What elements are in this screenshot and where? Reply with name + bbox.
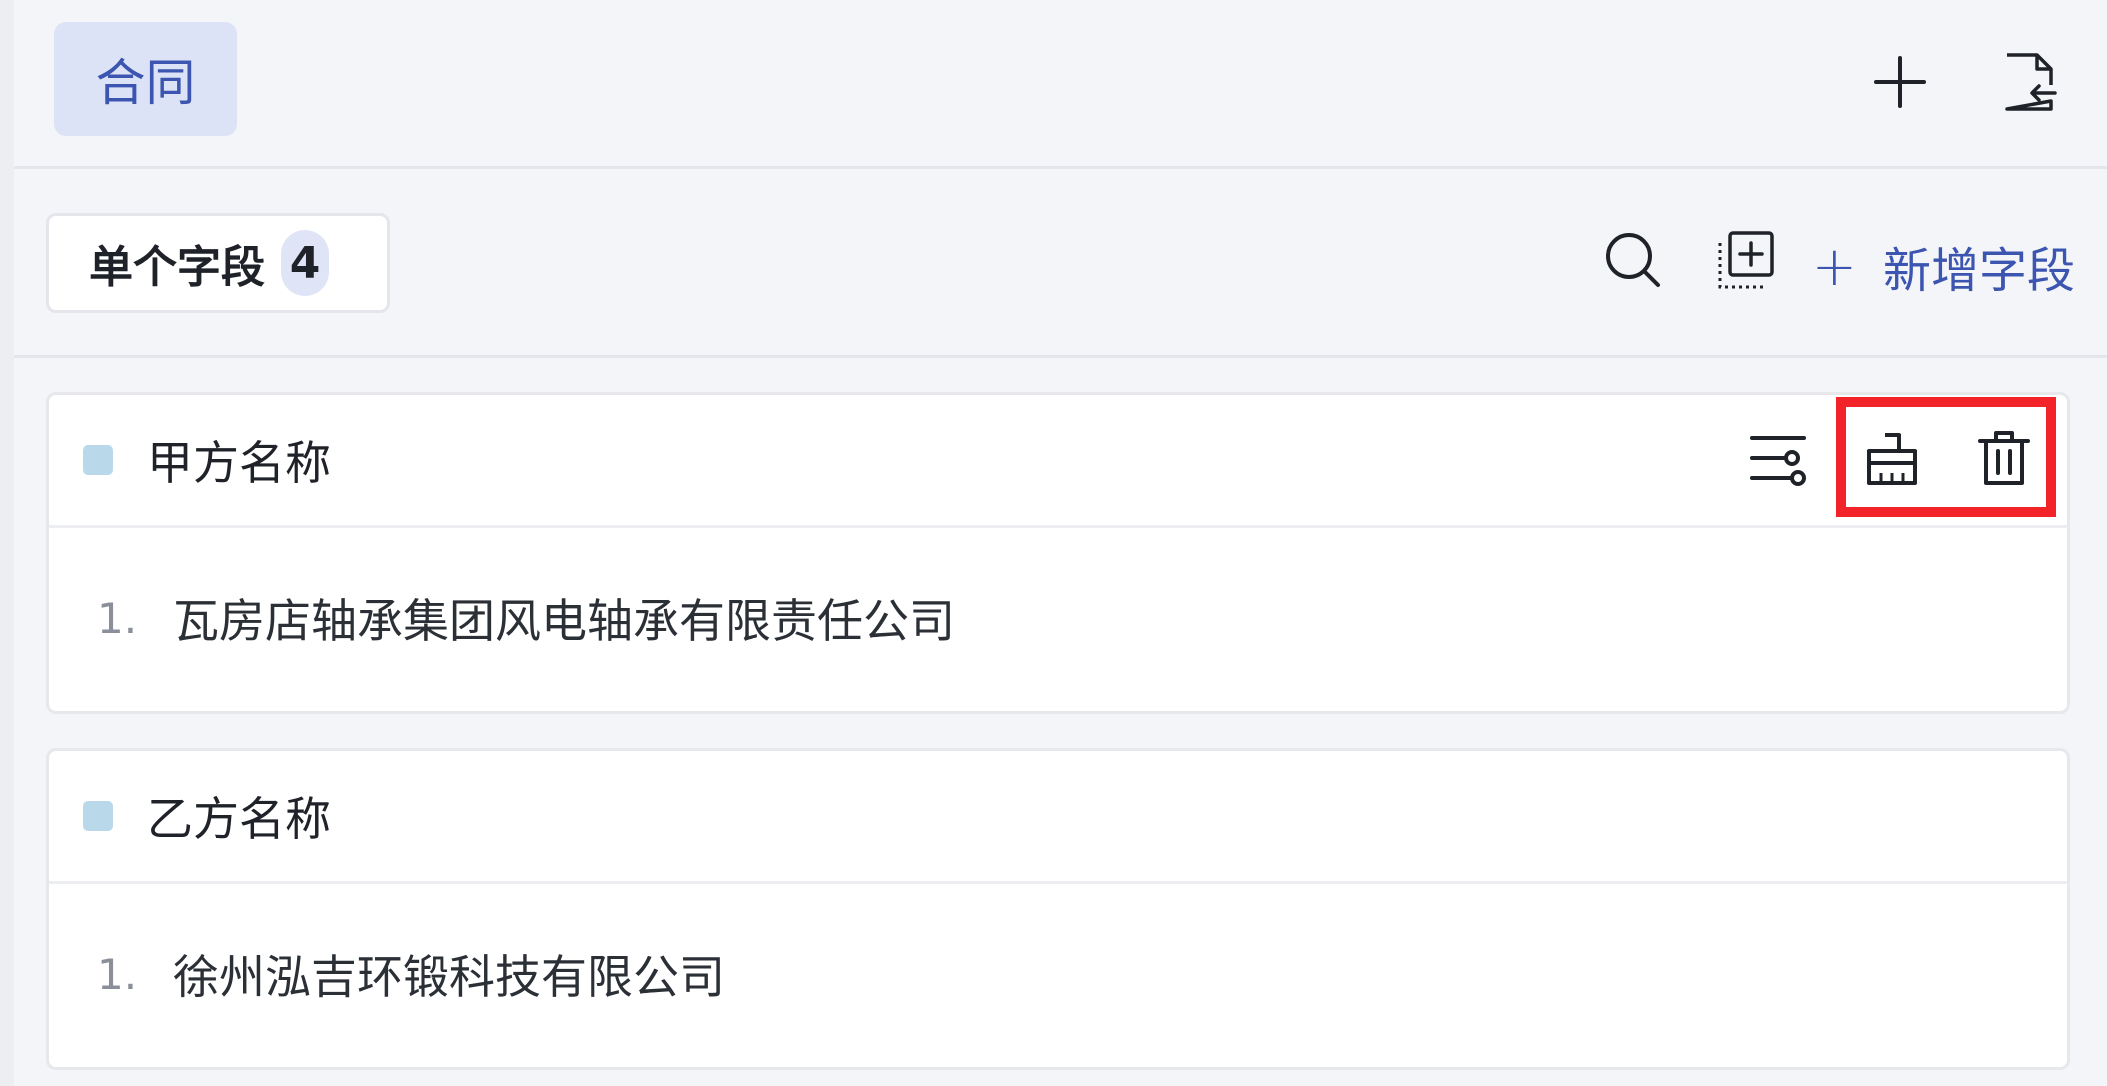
field-card-party-a: 甲方名称 1. 瓦房店轴承集团风电轴承有限责任公司 bbox=[46, 392, 2070, 714]
tab-contract[interactable]: 合同 bbox=[54, 22, 237, 136]
field-toolbar: 单个字段 4 + 新增字段 bbox=[14, 169, 2107, 358]
plus-icon bbox=[1874, 56, 1926, 108]
field-color-swatch bbox=[83, 801, 113, 831]
field-settings-button[interactable] bbox=[1745, 425, 1811, 491]
search-icon bbox=[1606, 233, 1660, 287]
tab-single-field-label: 单个字段 bbox=[89, 242, 265, 293]
field-title: 甲方名称 bbox=[147, 436, 331, 490]
broom-icon bbox=[1867, 433, 1917, 485]
import-file-button[interactable] bbox=[1998, 44, 2062, 120]
delete-field-button[interactable] bbox=[1971, 425, 2037, 491]
add-button[interactable] bbox=[1868, 46, 1932, 118]
top-bar: 合同 bbox=[14, 0, 2107, 169]
clear-field-button[interactable] bbox=[1859, 425, 1925, 491]
sliders-icon bbox=[1750, 436, 1806, 486]
field-card-party-b: 乙方名称 1. 徐州泓吉环锻科技有限公司 bbox=[46, 748, 2070, 1070]
list-item-index: 1. bbox=[97, 593, 138, 643]
add-field-label: 新增字段 bbox=[1882, 243, 2075, 299]
tab-single-field[interactable]: 单个字段 4 bbox=[46, 213, 390, 313]
list-item-value: 瓦房店轴承集团风电轴承有限责任公司 bbox=[173, 594, 955, 648]
batch-add-button[interactable] bbox=[1714, 227, 1780, 293]
list-item-index: 1. bbox=[97, 949, 138, 999]
file-import-icon bbox=[2005, 53, 2057, 111]
tab-contract-label: 合同 bbox=[95, 54, 196, 112]
list-item[interactable]: 1. 徐州泓吉环锻科技有限公司 bbox=[49, 884, 2067, 1064]
add-field-plus-icon: + bbox=[1811, 234, 1857, 298]
field-title: 乙方名称 bbox=[147, 792, 331, 846]
search-button[interactable] bbox=[1598, 225, 1668, 295]
add-box-icon bbox=[1718, 231, 1774, 289]
left-edge-strip bbox=[0, 0, 14, 1086]
trash-icon bbox=[1978, 431, 2030, 485]
add-field-button[interactable]: + 新增字段 bbox=[1811, 233, 2075, 300]
field-card-header: 乙方名称 bbox=[49, 751, 2067, 884]
field-card-header: 甲方名称 bbox=[49, 395, 2067, 528]
field-color-swatch bbox=[83, 445, 113, 475]
list-item-value: 徐州泓吉环锻科技有限公司 bbox=[173, 950, 725, 1004]
list-item[interactable]: 1. 瓦房店轴承集团风电轴承有限责任公司 bbox=[49, 528, 2067, 708]
field-count-badge: 4 bbox=[281, 230, 329, 296]
